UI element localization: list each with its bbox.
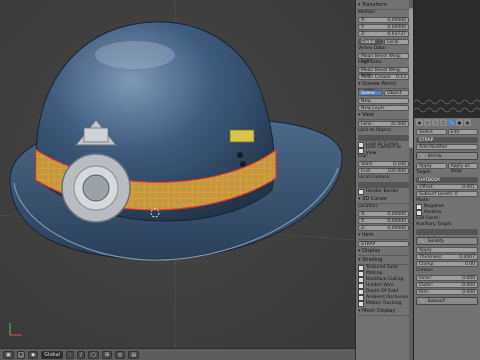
cursor-x-field[interactable]: X: 0.00000 [358,211,409,217]
wave-pattern [414,0,480,118]
wrench-icon: 🔧 [419,238,425,244]
lens-field[interactable]: Lens: 35.000 [358,121,409,127]
scene-toggle[interactable]: Scene [358,90,383,96]
subsurf-name: Subsurf [427,298,445,304]
world-tab-icon[interactable]: ○ [432,119,439,126]
vertex-select-icon[interactable]: · [66,350,75,359]
editor-type-button[interactable]: ▣ [3,350,14,359]
motion-tracking-checkbox[interactable]: Motion Tracking [358,301,409,307]
edge-select-icon[interactable]: / [77,350,86,359]
local-toggle[interactable]: Local [384,39,409,45]
solidify-apply-button[interactable]: Apply [416,247,478,253]
vertex-bevel-weight-field[interactable]: Mean Bevel Weig: 0.00 [358,53,409,64]
viewport-header: ▣ ▾ ◆ Global · / ▢ ⊞ ◎ ▤ [0,348,355,360]
offset-field[interactable]: Offset: 0.001 [416,184,478,190]
scene-tab-icon[interactable]: ◇ [424,119,431,126]
new-button[interactable]: New [358,98,409,104]
edit-menu[interactable]: Edit [447,129,478,135]
render-border-checkbox[interactable]: Render Border [358,189,409,195]
layers-icon[interactable]: ▤ [128,350,140,359]
view-menu-button[interactable]: ▾ [16,350,26,359]
target-label: Target: [416,170,432,175]
shading-section-header[interactable]: Shading [358,257,409,265]
view-section-header[interactable]: View [358,112,409,120]
mean-crease-field[interactable]: Mean Crease: 0.13 [358,74,409,80]
3d-viewport[interactable] [0,0,355,348]
object-toggle[interactable]: Object [384,90,409,96]
edge-bevel-weight-field[interactable]: Mean Bevel Weig: 0.00 [358,67,409,78]
solidify-name: Solidify [427,238,444,244]
snap-icon[interactable]: ⊞ [101,350,113,359]
auxiliary-target-field[interactable] [416,229,478,235]
transform-orientation-select[interactable]: Global [41,350,64,359]
local-camera-label: Local Camera: [358,175,391,180]
vertex-data-label: Vertex Data: [358,46,387,51]
median-label: Median: [358,10,376,15]
lock-object-field[interactable] [358,135,409,141]
object-tab-icon[interactable]: □ [440,119,447,126]
texture-tab-icon[interactable]: ▦ [464,119,471,126]
grease-pencil-section-header[interactable]: Grease Pencil Layers [358,81,409,94]
median-y-field[interactable]: Y: 0.00000 [358,24,409,30]
median-z-field[interactable]: Z: 0.03737 [358,31,409,37]
cursor-location-label: Location: [358,204,379,209]
display-section-header[interactable]: Display [358,248,409,256]
modifier-tab-icon[interactable]: 🔧 [448,119,455,126]
material-tab-icon[interactable]: ● [456,119,463,126]
outer-field[interactable]: Outer: 0.000 [416,282,478,288]
target-field[interactable]: HATBODY [416,177,478,183]
cursor-y-field[interactable]: Y: 0.00000 [358,218,409,224]
wrench-icon: 🔧 [419,153,425,159]
render-tab-icon[interactable]: ◉ [416,119,423,126]
apply-button[interactable]: Apply [416,163,447,169]
transform-section-header[interactable]: Transform [358,2,409,10]
hat-render [0,0,355,348]
properties-shelf: Transform Median: X:0.00000 Y:0.00000 Z:… [355,0,411,360]
global-toggle[interactable]: Global [358,39,383,45]
apply-as-shape-button[interactable]: Apply as Shap [447,163,478,174]
item-name-field[interactable]: STRAP [358,241,409,247]
shrinkwrap-name: Shrink [427,153,442,159]
cursor-z-field[interactable]: Z: 0.00000 [358,225,409,231]
wrench-icon: 🔧 [419,298,425,304]
face-select-icon[interactable]: ▢ [88,350,99,359]
properties-editor: ◉ ◇ ○ □ 🔧 ● ▦ Select Edit STRAP Add Modi… [413,118,480,360]
object-name-field[interactable]: STRAP [416,137,478,143]
thickness-field[interactable]: Thickness: 0.0007 [416,254,478,260]
new-layer-button[interactable]: New Layer [358,105,409,111]
inner-field[interactable]: Inner: 0.000 [416,275,478,281]
properties-tabs: ◉ ◇ ○ □ 🔧 ● ▦ [416,119,478,126]
solidify-modifier-header[interactable]: 🔧 Solidify [416,237,478,245]
subsurf-levels-field[interactable]: Subsurf Levels: 0 [416,191,478,197]
local-camera-field[interactable] [358,182,409,188]
shrinkwrap-modifier-header[interactable]: 🔧 Shrink [416,152,478,160]
mode-select-icon[interactable]: ◆ [28,350,39,359]
median-x-field[interactable]: X: 0.00000 [358,17,409,23]
clip-start-field[interactable]: Start: 0.100 [358,161,409,167]
clamp-field[interactable]: Clamp: 0.00 [416,261,478,267]
mesh-display-section-header[interactable]: Mesh Display [358,308,409,316]
lock-to-object-label: Lock to Object: [358,128,392,133]
3d-cursor-section-header[interactable]: 3D Cursor [358,196,409,204]
outliner-area [413,0,480,118]
rim-field[interactable]: Rim: 0.000 [416,289,478,295]
item-section-header[interactable]: Item [358,232,409,240]
subsurf-modifier-header[interactable]: 🔧 Subsurf [416,297,478,305]
proportional-edit-icon[interactable]: ◎ [115,350,126,359]
select-menu[interactable]: Select [416,129,447,135]
edge-data-label: Edge Data: [358,60,384,65]
clip-end-field[interactable]: End: 100.000 [358,168,409,174]
auxiliary-target-label: Auxiliary Target: [416,222,453,227]
crease-label: Crease: [416,268,434,273]
add-modifier-button[interactable]: Add Modifier [416,144,478,150]
